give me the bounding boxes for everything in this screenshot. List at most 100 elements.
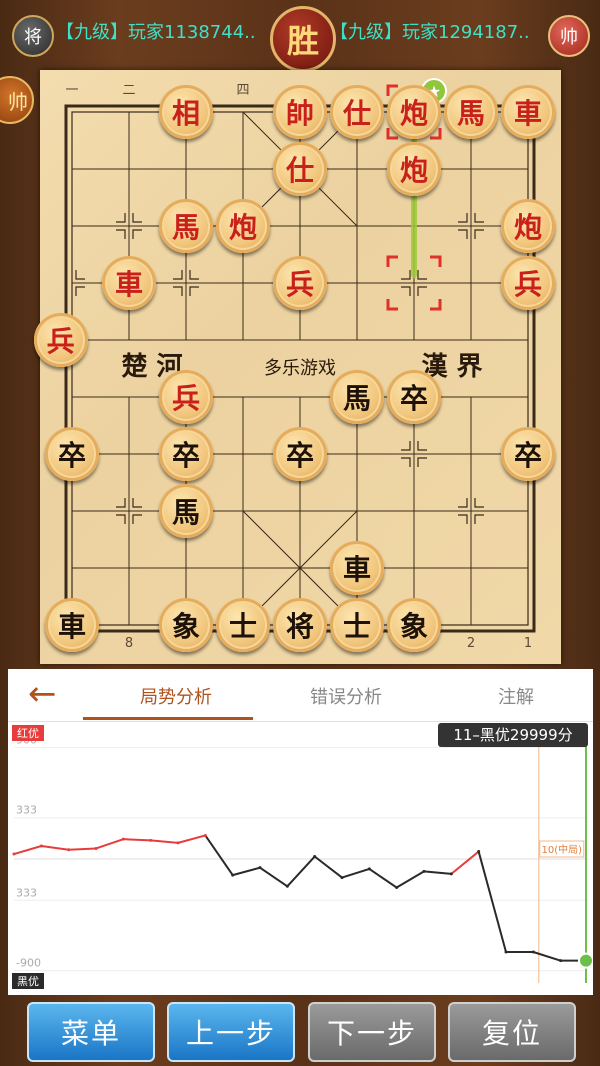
chart-point xyxy=(176,841,180,845)
chart-point xyxy=(67,848,71,852)
red-piece[interactable]: 相 xyxy=(159,85,213,139)
back-arrow-icon[interactable]: ← xyxy=(28,677,68,713)
red-piece[interactable]: 仕 xyxy=(273,142,327,196)
menu-button[interactable]: 菜单 xyxy=(27,1002,155,1062)
black-piece[interactable]: 車 xyxy=(45,598,99,652)
position-marker xyxy=(401,457,411,467)
tab-situation-analysis[interactable]: 局势分析 xyxy=(96,683,256,709)
black-piece[interactable]: 将 xyxy=(273,598,327,652)
black-piece[interactable]: 馬 xyxy=(159,484,213,538)
red-piece[interactable]: 炮 xyxy=(387,142,441,196)
position-marker xyxy=(132,514,142,524)
file-number-bottom: 1 xyxy=(524,636,532,651)
chart-segment xyxy=(204,834,234,876)
next-move-button[interactable]: 下一步 xyxy=(308,1002,436,1062)
position-marker xyxy=(189,286,199,296)
file-number-top: 一 xyxy=(65,83,78,98)
red-piece[interactable]: 車 xyxy=(102,256,156,310)
red-side-badge: 帅 xyxy=(548,15,590,57)
advantage-chart[interactable]: 900333333-900红优黑优10(中局)11–黑优29999分 xyxy=(8,721,593,995)
chart-point xyxy=(149,838,153,842)
chart-segment xyxy=(123,838,151,842)
red-piece[interactable]: 炮 xyxy=(501,199,555,253)
tab-error-analysis[interactable]: 错误分析 xyxy=(266,683,426,709)
player-red-name: 【九级】玩家1294187.. xyxy=(330,22,530,43)
red-piece[interactable]: 車 xyxy=(501,85,555,139)
side-drawer-tab[interactable]: 帅 xyxy=(0,76,34,124)
reset-button[interactable]: 复位 xyxy=(448,1002,576,1062)
chart-point xyxy=(94,846,98,850)
red-piece[interactable]: 馬 xyxy=(444,85,498,139)
chart-segment xyxy=(314,855,343,879)
position-marker xyxy=(417,457,427,467)
chart-point xyxy=(285,884,289,888)
position-marker xyxy=(474,213,484,223)
position-marker xyxy=(189,270,199,280)
red-piece[interactable]: 兵 xyxy=(159,370,213,424)
y-tick-label: 333 xyxy=(16,804,37,817)
result-badge: 胜 xyxy=(270,6,336,72)
y-tick-label: -900 xyxy=(16,957,41,970)
chart-point xyxy=(367,867,371,871)
watermark-text: 多乐游戏 xyxy=(264,358,336,379)
y-tick-label: 333 xyxy=(16,886,37,899)
position-marker xyxy=(75,286,85,296)
position-marker xyxy=(474,498,484,508)
red-advantage-label: 红优 xyxy=(17,727,39,740)
position-marker xyxy=(417,441,427,451)
prev-move-button[interactable]: 上一步 xyxy=(167,1002,295,1062)
black-piece[interactable]: 車 xyxy=(330,541,384,595)
black-piece[interactable]: 卒 xyxy=(501,427,555,481)
position-marker xyxy=(458,229,468,239)
analysis-tabs: ← 局势分析 错误分析 注解 xyxy=(8,669,593,722)
chart-point xyxy=(231,873,235,877)
black-piece[interactable]: 士 xyxy=(330,598,384,652)
chart-point xyxy=(504,950,508,954)
black-piece[interactable]: 卒 xyxy=(45,427,99,481)
red-piece[interactable]: 帥 xyxy=(273,85,327,139)
file-number-top: 四 xyxy=(236,83,249,98)
player-black-name: 【九级】玩家1138744.. xyxy=(56,22,256,43)
file-number-bottom: 8 xyxy=(125,636,133,651)
position-marker xyxy=(417,286,427,296)
position-marker xyxy=(132,213,142,223)
chart-point xyxy=(559,959,563,963)
active-tab-indicator xyxy=(83,717,253,720)
chart-segment xyxy=(41,844,69,851)
black-piece[interactable]: 象 xyxy=(159,598,213,652)
chart-segment xyxy=(368,868,398,889)
position-marker xyxy=(401,441,411,451)
position-marker xyxy=(75,270,85,280)
black-piece[interactable]: 象 xyxy=(387,598,441,652)
position-marker xyxy=(116,213,126,223)
chart-point xyxy=(395,886,399,890)
selection-bracket xyxy=(430,255,442,267)
black-piece[interactable]: 士 xyxy=(216,598,270,652)
chart-point xyxy=(340,876,344,880)
red-piece[interactable]: 兵 xyxy=(501,256,555,310)
chart-segment xyxy=(95,838,124,850)
red-piece[interactable]: 兵 xyxy=(273,256,327,310)
position-marker xyxy=(401,270,411,280)
chart-segment xyxy=(150,839,179,844)
chart-point xyxy=(39,844,43,848)
black-piece[interactable]: 卒 xyxy=(387,370,441,424)
black-piece[interactable]: 卒 xyxy=(159,427,213,481)
chart-segment xyxy=(68,847,97,851)
black-piece[interactable]: 馬 xyxy=(330,370,384,424)
chart-segment xyxy=(341,867,370,879)
xiangqi-board[interactable]: 一二四821楚 河漢 界多乐游戏 ★ 相帥仕炮馬車仕炮馬炮炮車兵兵兵兵馬卒卒卒卒卒… xyxy=(33,70,561,664)
red-piece[interactable]: 炮 xyxy=(387,85,441,139)
position-marker xyxy=(132,229,142,239)
selection-bracket xyxy=(430,299,442,311)
red-piece[interactable]: 兵 xyxy=(33,313,88,367)
black-piece[interactable]: 卒 xyxy=(273,427,327,481)
chart-segment xyxy=(533,951,561,962)
chart-point xyxy=(258,866,262,870)
red-piece[interactable]: 馬 xyxy=(159,199,213,253)
chart-point xyxy=(12,852,16,856)
red-piece[interactable]: 仕 xyxy=(330,85,384,139)
red-piece[interactable]: 炮 xyxy=(216,199,270,253)
position-marker xyxy=(116,514,126,524)
tab-annotation[interactable]: 注解 xyxy=(436,683,596,709)
